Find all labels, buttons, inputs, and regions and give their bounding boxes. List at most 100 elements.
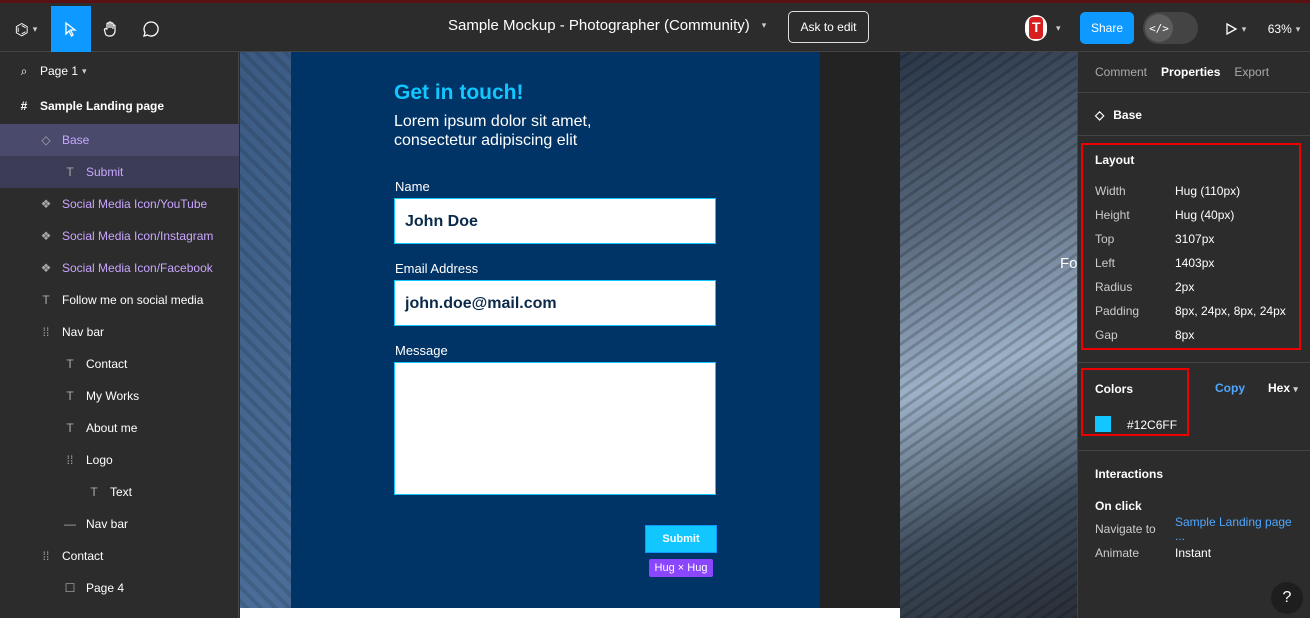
layers-panel: ⌕ Page 1 ▾ # Sample Landing page ◇ Base T… <box>0 52 239 618</box>
layer-item[interactable]: T Submit <box>0 156 239 188</box>
form-subheading: Lorem ipsum dolor sit amet, consectetur … <box>394 113 592 149</box>
prop-radius: Radius 2px <box>1095 275 1305 299</box>
contact-form-card[interactable]: Get in touch! Lorem ipsum dolor sit amet… <box>291 52 820 608</box>
chevron-down-icon: ▾ <box>82 65 87 76</box>
prop-key: Radius <box>1095 280 1133 294</box>
size-tag: Hug × Hug <box>649 559 713 577</box>
help-button[interactable]: ? <box>1271 582 1303 614</box>
layer-label: Social Media Icon/YouTube <box>62 197 208 211</box>
layer-label: Base <box>62 133 90 147</box>
main-menu-button[interactable]: ⌬ ▾ <box>6 6 46 52</box>
chevron-down-icon[interactable]: ▾ <box>1056 23 1061 34</box>
prop-padding: Padding 8px, 24px, 8px, 24px <box>1095 299 1305 323</box>
prop-width: Width Hug (110px) <box>1095 179 1305 203</box>
avatar[interactable]: T <box>1025 15 1047 41</box>
selection-header: ◇ Base <box>1095 108 1142 122</box>
layer-item[interactable]: ◇ Base <box>0 124 239 156</box>
layer-item[interactable]: ⁞⁞ Nav bar <box>0 316 239 348</box>
prop-height: Height Hug (40px) <box>1095 203 1305 227</box>
move-tool-button[interactable] <box>51 6 91 52</box>
design-canvas[interactable]: Fo Get in touch! Lorem ipsum dolor sit a… <box>240 52 1077 618</box>
prop-value: 8px <box>1175 328 1195 342</box>
prop-animate: Animate Instant <box>1095 541 1305 565</box>
selection-name: Base <box>1113 108 1142 122</box>
component-icon: ❖ <box>40 197 52 211</box>
layer-label: Contact <box>86 357 128 371</box>
layer-item[interactable]: T Contact <box>0 348 239 380</box>
email-field[interactable]: john.doe@mail.com <box>394 280 716 326</box>
layer-item[interactable]: T About me <box>0 412 239 444</box>
layer-label: My Works <box>86 389 140 403</box>
group-icon: ⁞⁞ <box>42 325 50 339</box>
chevron-down-icon: ▾ <box>1293 384 1298 394</box>
zoom-menu[interactable]: 63% ▾ <box>1262 6 1306 52</box>
zoom-level: 63% <box>1267 22 1292 36</box>
line-icon: — <box>64 517 76 531</box>
form-heading: Get in touch! <box>394 81 524 104</box>
layer-label: Nav bar <box>86 517 129 531</box>
layer-item[interactable]: T My Works <box>0 380 239 412</box>
prop-value: Hug (110px) <box>1175 184 1241 198</box>
layer-frame[interactable]: # Sample Landing page <box>0 90 239 122</box>
layer-item[interactable]: — Nav bar <box>0 508 239 540</box>
dev-mode-toggle[interactable]: </> <box>1143 12 1198 44</box>
file-title-text: Sample Mockup - Photographer (Community) <box>448 17 750 34</box>
tab-comment[interactable]: Comment <box>1095 65 1147 79</box>
navigate-target-link[interactable]: Sample Landing page ... <box>1175 515 1305 543</box>
color-swatch[interactable] <box>1095 416 1111 432</box>
email-label: Email Address <box>395 261 479 276</box>
prop-key: Animate <box>1095 546 1140 560</box>
prop-top: Top 3107px <box>1095 227 1305 251</box>
divider <box>1078 362 1310 363</box>
hand-icon <box>103 21 116 37</box>
prop-value: 3107px <box>1175 232 1215 246</box>
layer-item[interactable]: ⁞⁞ Contact <box>0 540 239 572</box>
avatar-letter: T <box>1032 19 1041 35</box>
copy-button[interactable]: Copy <box>1215 381 1245 395</box>
text-icon: T <box>66 421 74 435</box>
component-icon: ❖ <box>40 261 52 275</box>
hand-tool-button[interactable] <box>93 6 129 52</box>
next-section-edge <box>240 608 900 618</box>
trigger-label: On click <box>1095 499 1142 513</box>
text-icon: T <box>42 293 50 307</box>
prop-left: Left 1403px <box>1095 251 1305 275</box>
code-icon: </> <box>1145 14 1173 42</box>
message-field[interactable] <box>394 362 716 495</box>
layer-label: Text <box>110 485 133 499</box>
divider <box>1078 92 1310 93</box>
layer-label: Page 4 <box>86 581 125 595</box>
present-button[interactable]: ▾ <box>1218 6 1252 52</box>
frame-square-icon: ☐ <box>64 581 76 595</box>
layer-label: Nav bar <box>62 325 105 339</box>
layer-item[interactable]: T Follow me on social media <box>0 284 239 316</box>
tab-export[interactable]: Export <box>1234 65 1269 79</box>
prop-key: Height <box>1095 208 1130 222</box>
chevron-down-icon: ▾ <box>1241 23 1247 34</box>
ask-to-edit-button[interactable]: Ask to edit <box>788 11 869 43</box>
prop-key: Padding <box>1095 304 1140 318</box>
layer-item[interactable]: ⁞⁞ Logo <box>0 444 239 476</box>
colors-title: Colors <box>1095 382 1134 396</box>
share-button[interactable]: Share <box>1080 12 1134 44</box>
file-title[interactable]: Sample Mockup - Photographer (Community)… <box>448 17 766 34</box>
prop-value: Instant <box>1175 546 1212 560</box>
message-label: Message <box>395 343 448 358</box>
name-field[interactable]: John Doe <box>394 198 716 244</box>
submit-button[interactable]: Submit <box>645 525 717 553</box>
prop-value: 1403px <box>1175 256 1215 270</box>
layer-item[interactable]: ❖ Social Media Icon/Instagram <box>0 220 239 252</box>
component-instance-icon: ◇ <box>41 133 51 147</box>
layer-item[interactable]: ❖ Social Media Icon/Facebook <box>0 252 239 284</box>
tab-properties[interactable]: Properties <box>1161 65 1220 79</box>
layer-item[interactable]: T Text <box>0 476 239 508</box>
prop-key: Gap <box>1095 328 1118 342</box>
layer-item[interactable]: ❖ Social Media Icon/YouTube <box>0 188 239 220</box>
page-selector[interactable]: ⌕ Page 1 ▾ <box>0 55 239 87</box>
layer-item[interactable]: ☐ Page 4 <box>0 572 239 604</box>
interactions-title: Interactions <box>1095 467 1164 481</box>
color-hex-value[interactable]: #12C6FF <box>1127 418 1177 432</box>
comment-tool-button[interactable] <box>133 6 169 52</box>
color-format-select[interactable]: Hex ▾ <box>1268 381 1298 395</box>
layer-label: Logo <box>86 453 113 467</box>
